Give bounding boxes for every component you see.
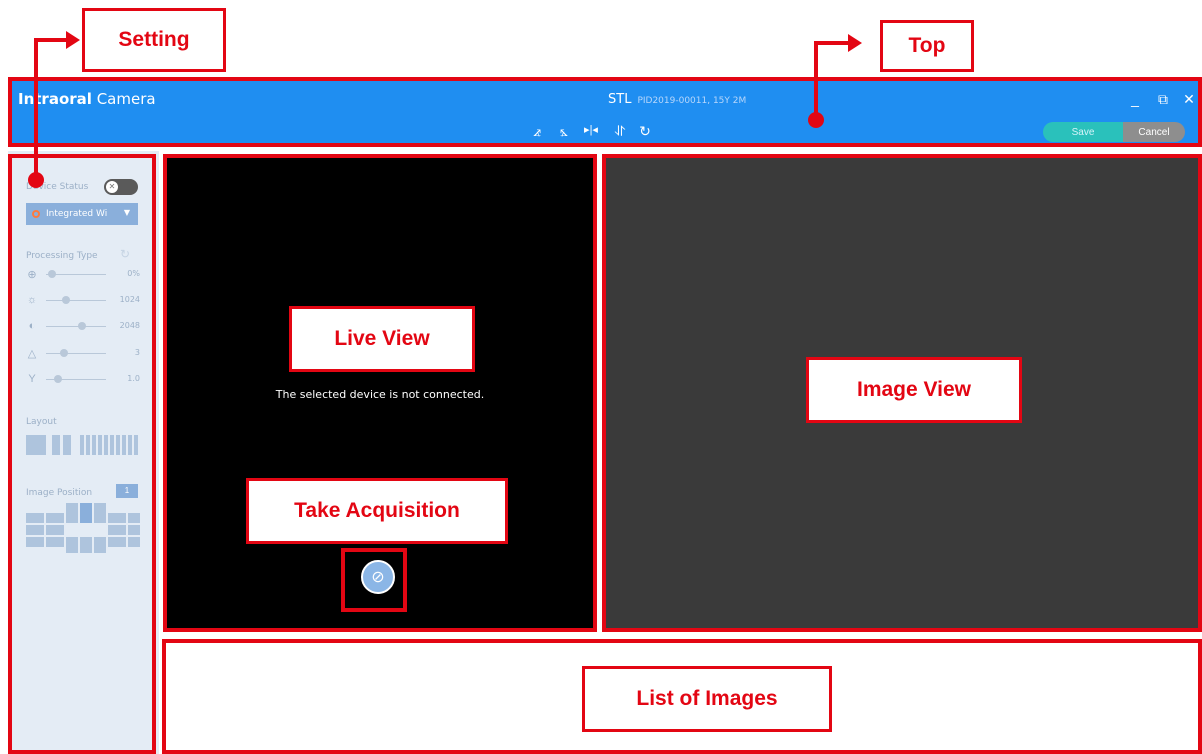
top-arrow-head: [848, 34, 862, 52]
top-arrow-line: [814, 41, 818, 119]
callout-take-acquisition: Take Acquisition: [246, 478, 508, 544]
take-acquisition-outline: [341, 548, 407, 612]
setting-arrow-head: [66, 31, 80, 49]
top-arrow-line: [814, 41, 850, 45]
top-arrow-dot: [808, 112, 824, 128]
setting-outline: [8, 154, 156, 754]
setting-arrow-line: [34, 38, 38, 180]
callout-image-view: Image View: [806, 357, 1022, 423]
callout-top: Top: [880, 20, 974, 72]
setting-arrow-dot: [28, 172, 44, 188]
top-outline: [8, 77, 1202, 147]
callout-live-view: Live View: [289, 306, 475, 372]
callout-list-of-images: List of Images: [582, 666, 832, 732]
setting-arrow-line: [34, 38, 68, 42]
callout-setting: Setting: [82, 8, 226, 72]
